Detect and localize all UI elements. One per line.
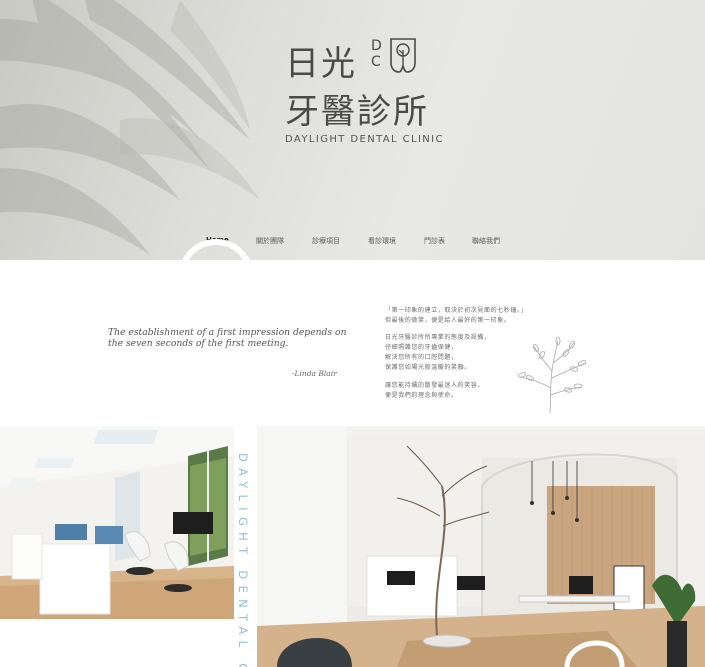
nav-contact[interactable]: 聯絡我們 — [472, 236, 500, 246]
intro-line: 便是我們的理念與使命。 — [385, 392, 458, 399]
vertical-clinic-name: DAYLIGHT DENTAL CLINIC — [236, 453, 250, 667]
reception-photo — [257, 426, 705, 667]
nav-services[interactable]: 診療項目 — [312, 236, 340, 246]
logo-english-name: DAYLIGHT DENTAL CLINIC — [285, 134, 444, 145]
intro-line: 解決您所有的口腔問題， — [385, 354, 458, 361]
logo-letter-d: D — [371, 38, 382, 54]
quote-author: -Linda Blair — [292, 369, 337, 378]
clinic-interior-photo — [0, 426, 234, 619]
intro-line: 「第一印象的建立，取決於初次見面的七秒鐘。」 — [385, 307, 528, 314]
main-nav: Home 關於團隊 診療項目 看診環境 門診表 聯絡我們 — [0, 236, 705, 250]
intro-line: 保護您如陽光般溫暖的笑顏。 — [385, 364, 471, 371]
intro-line: 但最後的微笑，便是給人最好的第一印象。 — [385, 317, 511, 324]
tree-illustration-icon — [517, 336, 587, 414]
intro-line: 讓您能持續的散發最迷人的笑容， — [385, 382, 485, 389]
logo-letter-c: C — [371, 54, 381, 70]
quote-text: The establishment of a first impression … — [108, 327, 347, 349]
logo-dc-letters: D C — [371, 38, 382, 70]
tree-tooth-icon — [390, 38, 416, 73]
intro-line: 仔細照護您的牙齒保健， — [385, 344, 458, 351]
nav-environment[interactable]: 看診環境 — [368, 236, 396, 246]
hero-banner: 日光 D C 牙醫診所 DAYLIGHT DENTAL CLINIC Home … — [0, 0, 705, 260]
intro-line: 日光牙醫診所所專業的態度及設備， — [385, 334, 491, 341]
nav-about-team[interactable]: 關於團隊 — [256, 236, 284, 246]
clinic-interior-illustration — [0, 426, 234, 619]
nav-schedule[interactable]: 門診表 — [424, 236, 445, 246]
logo-text-line2: 牙醫診所 — [285, 92, 429, 132]
reception-illustration — [257, 426, 705, 667]
logo-text-line1: 日光 — [285, 44, 357, 84]
